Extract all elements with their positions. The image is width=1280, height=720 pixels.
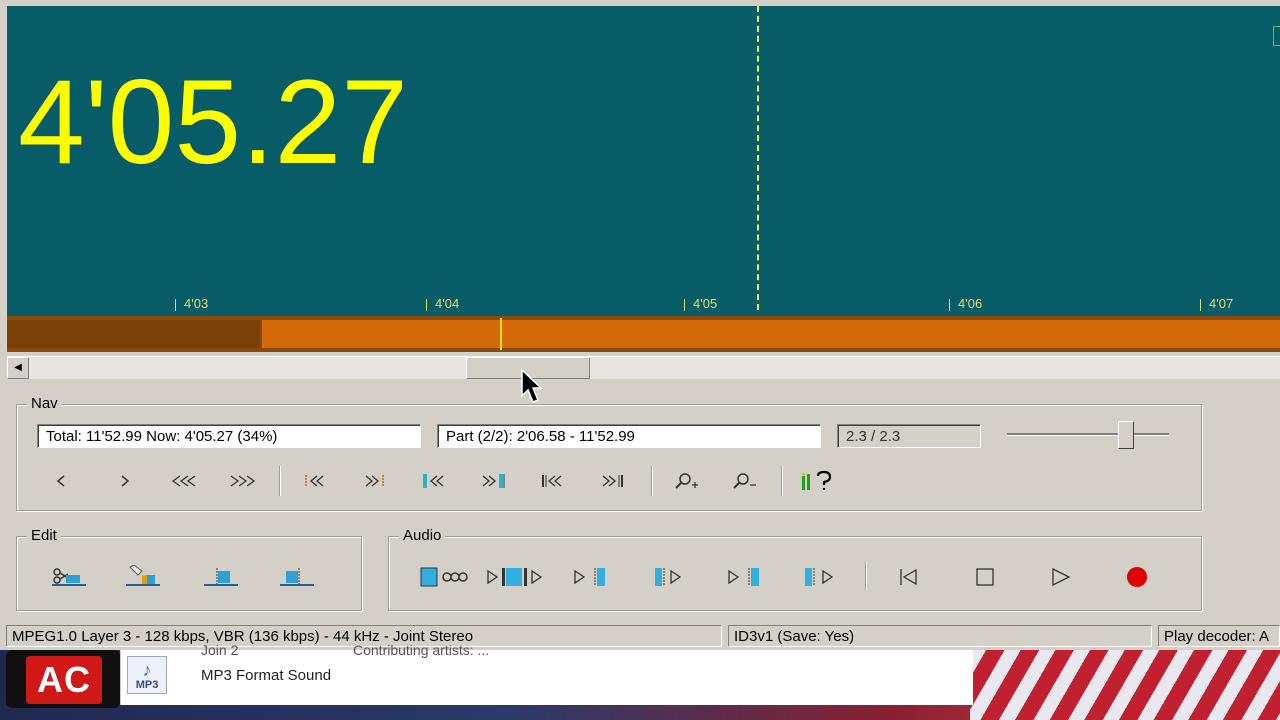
zoom-ratio-field: 2.3 / 2.3 (837, 424, 981, 448)
file-type-label: MP3 Format Sound (201, 667, 332, 684)
edit-group: Edit (16, 527, 362, 611)
loop-selection-icon[interactable] (417, 563, 473, 591)
horizontal-scrollbar[interactable]: ◀ (7, 356, 1280, 379)
nav-group: Nav Total: 11'52.99 Now: 4'05.27 (34%) P… (16, 395, 1202, 511)
app-window: 4'05.27 4'03 4'04 4'05 4'06 4'07 ◀ Nav T… (0, 0, 1280, 650)
zoom-slider-thumb[interactable] (1118, 421, 1134, 449)
time-tick: 4'04 (426, 296, 459, 312)
logo-text: AC (26, 656, 102, 704)
go-file-start-icon[interactable] (535, 467, 571, 495)
playback-cursor-line (757, 6, 759, 310)
rewind-icon[interactable] (164, 467, 200, 495)
flag-background (970, 650, 1280, 720)
zoom-slider-track[interactable] (1007, 433, 1169, 436)
file-artists-clipped: Contributing artists: ... (353, 642, 490, 658)
split-icon[interactable] (125, 563, 161, 591)
mark-end-icon[interactable] (279, 563, 315, 591)
position-indicator (500, 318, 502, 350)
edit-group-label: Edit (27, 527, 61, 545)
total-now-field[interactable]: Total: 11'52.99 Now: 4'05.27 (34%) (37, 424, 421, 448)
toolbar-separator (651, 466, 653, 496)
time-tick-label: 4'03 (184, 296, 209, 311)
fast-forward-icon[interactable] (226, 467, 262, 495)
toolbar-separator (781, 466, 783, 496)
time-tick-label: 4'04 (435, 296, 460, 311)
status-bar: MPEG1.0 Layer 3 - 128 kbps, VBR (136 kbp… (0, 622, 1280, 650)
toolbar-separator (279, 466, 281, 496)
nav-group-label: Nav (27, 395, 62, 413)
stop-icon[interactable] (967, 563, 1003, 591)
decoder-status: Play decoder: A (1158, 625, 1280, 647)
part-1-region (7, 320, 260, 348)
play-after-split-icon[interactable] (803, 563, 843, 591)
audio-group-label: Audio (399, 527, 446, 545)
mark-start-icon[interactable] (203, 563, 239, 591)
level-meter-icon[interactable] (799, 467, 835, 495)
time-tick: 4'06 (949, 296, 982, 312)
cut-icon[interactable] (51, 563, 87, 591)
zoom-out-icon[interactable] (727, 467, 763, 495)
scroll-left-arrow-icon[interactable]: ◀ (7, 357, 29, 379)
part-range-field[interactable]: Part (2/2): 2'06.58 - 11'52.99 (437, 424, 821, 448)
time-tick-label: 4'05 (693, 296, 718, 311)
record-icon[interactable] (1119, 563, 1155, 591)
play-to-cursor-icon[interactable] (573, 563, 613, 591)
toolbar-separator (865, 561, 867, 591)
window-frame-left (0, 0, 7, 355)
play-icon[interactable] (1043, 563, 1079, 591)
time-tick-label: 4'07 (1209, 296, 1234, 311)
waveform-view[interactable]: 4'05.27 4'03 4'04 4'05 4'06 4'07 (7, 6, 1280, 316)
mp3-icon-label: MP3 (135, 679, 159, 691)
prev-frame-icon[interactable] (43, 467, 79, 495)
play-around-cursor-icon[interactable] (727, 563, 767, 591)
time-tick: 4'03 (175, 296, 208, 312)
file-explorer-panel: Join 2 Contributing artists: ... ♪ MP3 MP… (120, 642, 973, 705)
go-part-start-icon[interactable] (297, 467, 333, 495)
mp3-file-icon[interactable]: ♪ MP3 (127, 656, 167, 694)
audio-group: Audio (388, 527, 1202, 611)
next-split-icon[interactable] (475, 467, 511, 495)
time-tick-label: 4'06 (958, 296, 983, 311)
selection-marker (1273, 26, 1280, 46)
prev-split-icon[interactable] (417, 467, 453, 495)
file-position-bar[interactable] (7, 316, 1280, 352)
zoom-in-icon[interactable] (669, 467, 705, 495)
next-frame-icon[interactable] (107, 467, 143, 495)
tag-status: ID3v1 (Save: Yes) (728, 625, 1152, 647)
go-file-end-icon[interactable] (595, 467, 631, 495)
channel-logo: AC (6, 650, 120, 708)
go-start-icon[interactable] (891, 563, 927, 591)
time-tick: 4'07 (1200, 296, 1233, 312)
time-tick: 4'05 (684, 296, 717, 312)
file-name-clipped: Join 2 (201, 642, 239, 658)
part-2-region (262, 320, 1280, 348)
go-part-end-icon[interactable] (357, 467, 393, 495)
current-time-display: 4'05.27 (18, 55, 408, 189)
play-from-cursor-icon[interactable] (653, 563, 693, 591)
mouse-pointer-icon (521, 368, 543, 403)
play-selection-icon[interactable] (485, 563, 551, 591)
